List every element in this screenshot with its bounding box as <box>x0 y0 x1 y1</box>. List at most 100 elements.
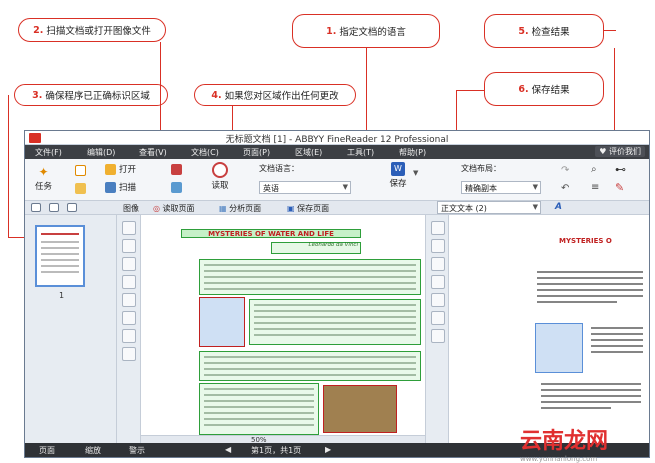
new-document-icon[interactable] <box>75 165 86 176</box>
table-area-tool-icon[interactable] <box>122 257 136 271</box>
document-layout-select[interactable]: 精确副本 ▼ <box>461 181 541 194</box>
menu-view[interactable]: 查看(V) <box>139 147 167 158</box>
read-button[interactable]: 读取 <box>205 162 235 191</box>
word-document-icon: W <box>391 162 405 176</box>
rate-us-button[interactable]: ♥ 评价我们 <box>595 146 645 157</box>
menu-area[interactable]: 区域(E) <box>295 147 322 158</box>
text-block-area[interactable] <box>199 383 319 435</box>
thumbnail-text-line <box>41 259 79 261</box>
document-heading-area[interactable]: MYSTERIES OF WATER AND LIFE <box>181 229 361 238</box>
picture-area[interactable] <box>199 297 245 347</box>
chevron-down-icon: ▼ <box>532 203 538 211</box>
zoom-tab[interactable]: 缩放 <box>85 445 101 456</box>
task-button[interactable]: ✦ 任务 <box>35 165 52 192</box>
menu-help[interactable]: 帮助(P) <box>399 147 426 158</box>
paragraph-tool-icon[interactable] <box>431 239 445 253</box>
thumbnail-text-line <box>41 241 79 243</box>
callout-number: 1. <box>326 25 337 37</box>
barcode-area-tool-icon[interactable] <box>122 275 136 289</box>
menu-tools[interactable]: 工具(T) <box>347 147 374 158</box>
format-icon[interactable]: A <box>555 202 562 212</box>
save-button[interactable]: W 保存 <box>385 162 411 189</box>
redo-icon[interactable]: ↷ <box>561 165 569 176</box>
table-tool-icon[interactable] <box>431 275 445 289</box>
page-thumbnail[interactable] <box>35 225 85 287</box>
watermark-url: www.yunnanlong.com <box>520 455 598 463</box>
text-block-area[interactable] <box>199 259 421 295</box>
image-pane-label: 图像 <box>123 204 139 213</box>
menu-bar: 文件(F) 编辑(D) 查看(V) 文档(C) 页面(P) 区域(E) 工具(T… <box>25 145 649 159</box>
document-language-select[interactable]: 英语 ▼ <box>259 181 351 194</box>
text-block-area[interactable] <box>199 351 421 381</box>
folder-small-icon[interactable] <box>75 183 86 194</box>
window-title: 无标题文档 [1] - ABBYY FineReader 12 Professi… <box>225 135 449 145</box>
document-layout-value: 精确副本 <box>465 184 497 193</box>
save-page-button[interactable]: ▣ 保存页面 <box>287 203 329 214</box>
document-byline-area[interactable]: Leonardo da Vinci <box>271 242 361 254</box>
text-line <box>591 327 643 329</box>
recognized-picture <box>535 323 583 373</box>
text-line <box>254 328 416 330</box>
search-icon[interactable]: ⌕ <box>591 164 597 175</box>
page-settings-icon[interactable] <box>67 203 77 212</box>
menu-file[interactable]: 文件(F) <box>35 147 62 158</box>
read-page-button[interactable]: ◎ 读取页面 <box>153 203 195 214</box>
text-line <box>591 339 643 341</box>
menu-page[interactable]: 页面(P) <box>243 147 270 158</box>
text-view-tool-icon[interactable] <box>431 221 445 235</box>
text-block-area[interactable] <box>249 299 421 345</box>
text-view-select[interactable]: 正文文本 (2) ▼ <box>437 201 541 214</box>
task-label: 任务 <box>35 182 53 192</box>
text-line <box>204 276 416 278</box>
connector-line <box>604 30 616 31</box>
callout-scan-or-open: 2. 扫描文档或打开图像文件 <box>18 18 166 42</box>
title-bar: 无标题文档 [1] - ABBYY FineReader 12 Professi… <box>25 131 649 145</box>
picture-area-tool-icon[interactable] <box>122 239 136 253</box>
watermark-text: 云南龙网 <box>520 429 609 454</box>
text-area-tool-icon[interactable] <box>122 221 136 235</box>
callout-number: 4. <box>211 89 222 101</box>
image-edit-icon[interactable] <box>171 164 182 175</box>
text-line <box>254 334 416 336</box>
pointer-tool-icon[interactable] <box>122 329 136 343</box>
menu-document[interactable]: 文档(C) <box>191 147 219 158</box>
text-line <box>254 322 416 324</box>
pilcrow-icon[interactable] <box>431 329 445 343</box>
menu-edit[interactable]: 编辑(D) <box>87 147 115 158</box>
magic-wand-icon: ✦ <box>38 165 49 179</box>
view-pages-icon[interactable] <box>31 203 41 212</box>
scan-button[interactable]: 扫描 <box>105 181 136 193</box>
next-page-icon[interactable]: ▶ <box>325 445 331 454</box>
photo-icon[interactable] <box>171 182 182 193</box>
text-line <box>537 271 643 273</box>
pages-pane: 1 <box>25 215 117 445</box>
read-page-icon: ◎ <box>153 204 160 213</box>
undo-icon[interactable]: ↶ <box>561 183 569 194</box>
chevron-down-icon: ▼ <box>532 183 538 191</box>
image-pane[interactable]: MYSTERIES OF WATER AND LIFE Leonardo da … <box>141 215 425 435</box>
open-button[interactable]: 打开 <box>105 163 136 175</box>
text-replace-icon[interactable]: ≡ <box>591 182 599 193</box>
options-wrench-icon[interactable]: ✎ <box>615 181 624 194</box>
prev-page-icon[interactable]: ◀ <box>225 445 231 454</box>
search-tool-icon[interactable] <box>431 293 445 307</box>
background-area-tool-icon[interactable] <box>122 293 136 307</box>
secondary-toolbar: 图像 ◎ 读取页面 ▦ 分析页面 ▣ 保存页面 正文文本 (2) ▼ A <box>25 201 649 215</box>
warnings-tab[interactable]: 警示 <box>129 445 145 456</box>
text-pane[interactable]: MYSTERIES O <box>449 215 649 445</box>
save-dropdown-arrow-icon[interactable]: ▼ <box>413 169 418 177</box>
picture-tool-icon[interactable] <box>431 257 445 271</box>
crop-tool-icon[interactable] <box>122 311 136 325</box>
analyze-page-button[interactable]: ▦ 分析页面 <box>219 203 261 214</box>
verify-binoculars-icon[interactable]: ⊷ <box>615 163 626 176</box>
spelling-tool-icon[interactable] <box>431 311 445 325</box>
callout-area-changes: 4. 如果您对区域作出任何更改 <box>194 84 356 106</box>
view-list-icon[interactable] <box>49 203 59 212</box>
text-line <box>204 412 314 414</box>
picture-area[interactable] <box>323 385 397 433</box>
hand-tool-icon[interactable] <box>122 347 136 361</box>
text-line <box>591 351 643 353</box>
pages-tab[interactable]: 页面 <box>39 445 55 456</box>
heart-icon: ♥ <box>599 147 609 156</box>
text-line <box>204 356 416 358</box>
